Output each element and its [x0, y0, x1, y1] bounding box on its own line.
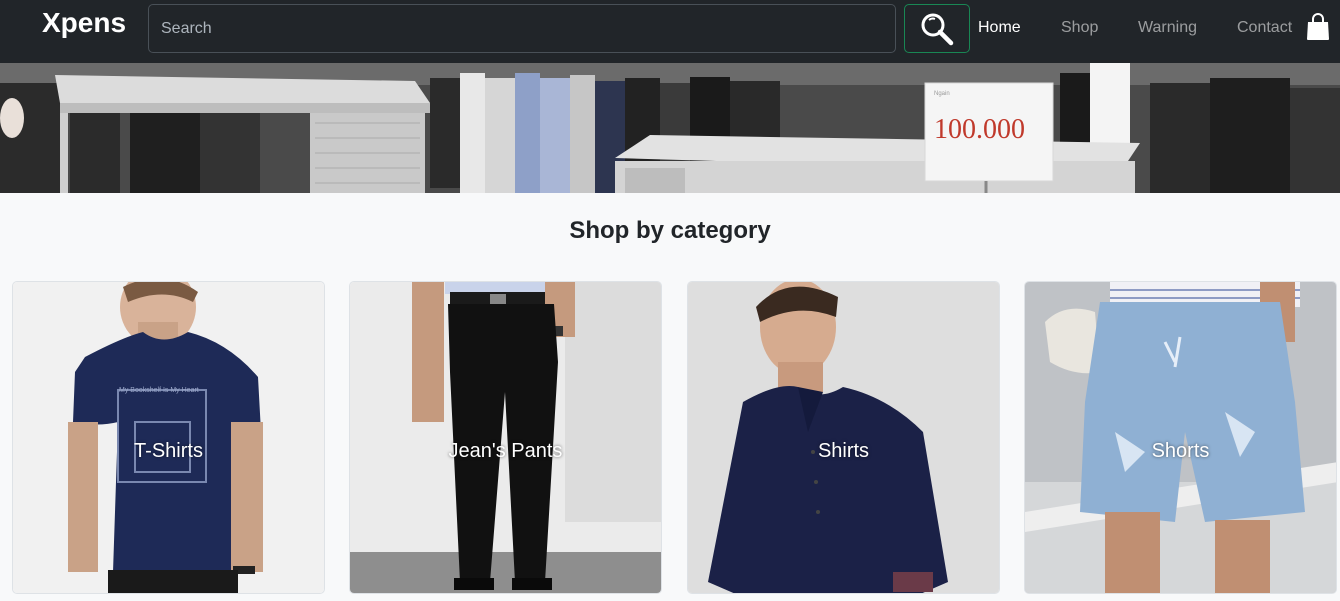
- tshirt-image: My Bookshelf Is My Heart: [13, 282, 324, 593]
- pants-image: [350, 282, 661, 593]
- section-title: Shop by category: [569, 217, 771, 244]
- category-card-tshirts[interactable]: My Bookshelf Is My Heart T-Shirts: [12, 281, 325, 594]
- shorts-image: [1025, 282, 1336, 593]
- category-card-shirts[interactable]: Shirts: [687, 281, 1000, 594]
- nav-link-warning[interactable]: Warning: [1138, 18, 1197, 38]
- nav-link-shop[interactable]: Shop: [1061, 18, 1098, 38]
- category-label: Jean's Pants: [448, 440, 563, 462]
- brand-logo[interactable]: Xpens: [42, 6, 126, 40]
- navbar: Xpens Home Shop Warning Contact: [0, 0, 1340, 63]
- price-tag-text: 100.000: [934, 114, 1025, 145]
- category-card-jeans-pants[interactable]: Jean's Pants: [349, 281, 662, 594]
- category-label: Shorts: [1151, 440, 1210, 462]
- category-card-shorts[interactable]: Shorts: [1024, 281, 1337, 594]
- search-icon: [921, 13, 954, 45]
- category-label: T-Shirts: [134, 440, 203, 462]
- shirt-image: [688, 282, 999, 593]
- hero-banner: Ngain 100.000: [0, 63, 1340, 193]
- search-input[interactable]: [148, 4, 896, 53]
- shopping-bag-icon[interactable]: [1306, 13, 1330, 41]
- search-button[interactable]: [904, 4, 970, 53]
- svg-text:My Bookshelf Is My Heart: My Bookshelf Is My Heart: [119, 387, 199, 394]
- nav-link-home[interactable]: Home: [978, 18, 1021, 38]
- svg-text:Ngain: Ngain: [934, 91, 950, 97]
- nav-link-contact[interactable]: Contact: [1237, 18, 1292, 38]
- category-label: Shirts: [817, 440, 870, 462]
